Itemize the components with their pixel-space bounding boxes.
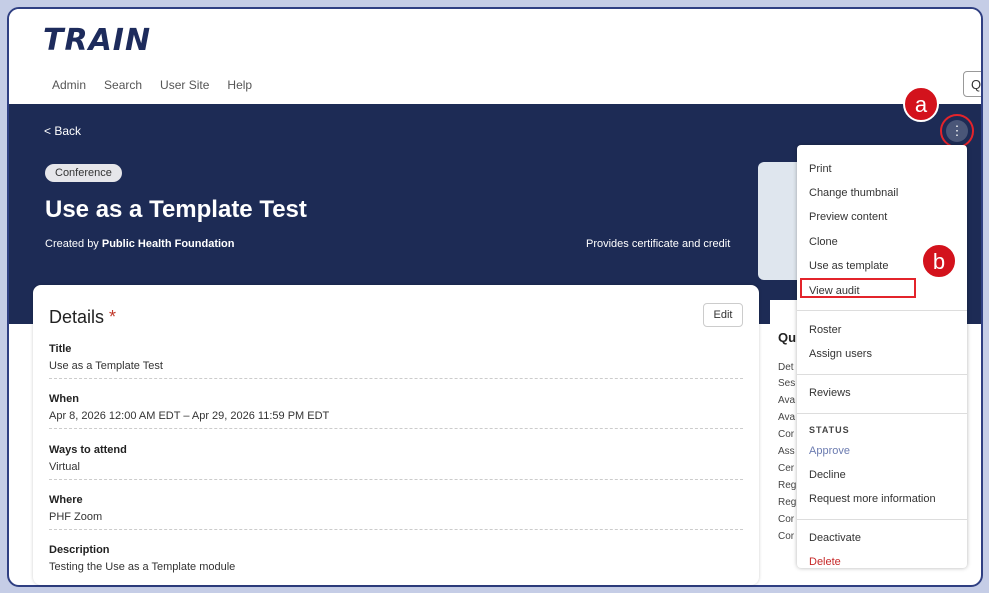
detail-row-ways: Ways to attend Virtual: [49, 444, 743, 480]
nav-admin[interactable]: Admin: [52, 78, 86, 92]
menu-delete[interactable]: Delete: [809, 556, 841, 568]
menu-roster[interactable]: Roster: [809, 324, 841, 336]
edit-button[interactable]: Edit: [703, 303, 743, 327]
menu-divider: [797, 310, 967, 311]
detail-value: Use as a Template Test: [49, 360, 163, 372]
back-link[interactable]: < Back: [44, 124, 81, 138]
nav-user-site[interactable]: User Site: [160, 78, 209, 92]
train-logo[interactable]: TRAIN: [43, 23, 151, 58]
nav-search[interactable]: Search: [104, 78, 142, 92]
detail-value: Testing the Use as a Template module: [49, 561, 236, 573]
callout-b: b: [921, 243, 957, 279]
type-badge: Conference: [45, 164, 122, 182]
detail-row-when: When Apr 8, 2026 12:00 AM EDT – Apr 29, …: [49, 393, 743, 429]
page-title: Use as a Template Test: [45, 196, 307, 223]
provides-text: Provides certificate and credit: [586, 238, 731, 250]
side-item[interactable]: Cor: [778, 429, 794, 440]
quick-heading: Qu: [778, 330, 797, 345]
top-bar: TRAIN Admin Search User Site Help Q: [9, 9, 981, 104]
menu-assign-users[interactable]: Assign users: [809, 348, 872, 360]
detail-row-title: Title Use as a Template Test: [49, 343, 743, 379]
menu-print[interactable]: Print: [809, 163, 832, 175]
menu-decline[interactable]: Decline: [809, 469, 846, 481]
side-item[interactable]: Reg: [778, 497, 796, 508]
menu-divider: [797, 374, 967, 375]
menu-deactivate[interactable]: Deactivate: [809, 532, 861, 544]
created-by: Created by Public Health Foundation: [45, 238, 234, 250]
side-item[interactable]: Cer: [778, 463, 794, 474]
side-item[interactable]: Ava: [778, 395, 795, 406]
menu-clone[interactable]: Clone: [809, 236, 838, 248]
menu-status-label: STATUS: [809, 425, 850, 435]
detail-value: Virtual: [49, 461, 80, 473]
callout-ring-a: [940, 114, 974, 148]
side-item[interactable]: Det: [778, 362, 794, 373]
detail-value: PHF Zoom: [49, 511, 103, 523]
callout-a: a: [903, 86, 939, 122]
side-item[interactable]: Reg: [778, 480, 796, 491]
detail-row-description: Description Testing the Use as a Templat…: [49, 544, 743, 579]
menu-divider: [797, 519, 967, 520]
top-nav: Admin Search User Site Help: [52, 78, 252, 92]
side-item[interactable]: Cor: [778, 531, 794, 542]
search-icon: Q: [970, 76, 982, 92]
created-by-org[interactable]: Public Health Foundation: [102, 238, 235, 250]
side-item[interactable]: Ass: [778, 446, 795, 457]
side-item[interactable]: Ses: [778, 378, 795, 389]
created-by-prefix: Created by: [45, 238, 102, 250]
menu-preview-content[interactable]: Preview content: [809, 211, 887, 223]
menu-reviews[interactable]: Reviews: [809, 387, 851, 399]
detail-label: Where: [49, 494, 83, 506]
menu-request-more-info[interactable]: Request more information: [809, 493, 936, 505]
detail-label: Ways to attend: [49, 444, 127, 456]
detail-label: When: [49, 393, 79, 405]
menu-divider: [797, 413, 967, 414]
details-heading: Details *: [49, 307, 117, 327]
required-mark: *: [109, 307, 117, 327]
menu-approve[interactable]: Approve: [809, 445, 850, 457]
callout-box-b: [800, 278, 916, 298]
details-card: Details * Edit Title Use as a Template T…: [33, 285, 759, 585]
actions-menu: Print Change thumbnail Preview content C…: [797, 145, 967, 568]
detail-label: Description: [49, 544, 110, 556]
menu-change-thumbnail[interactable]: Change thumbnail: [809, 187, 898, 199]
side-item[interactable]: Ava: [778, 412, 795, 423]
detail-label: Title: [49, 343, 72, 355]
detail-row-where: Where PHF Zoom: [49, 494, 743, 530]
detail-value: Apr 8, 2026 12:00 AM EDT – Apr 29, 2026 …: [49, 410, 330, 422]
nav-help[interactable]: Help: [227, 78, 252, 92]
search-button[interactable]: Q: [963, 71, 982, 97]
side-item[interactable]: Cor: [778, 514, 794, 525]
menu-use-as-template[interactable]: Use as template: [809, 260, 888, 272]
